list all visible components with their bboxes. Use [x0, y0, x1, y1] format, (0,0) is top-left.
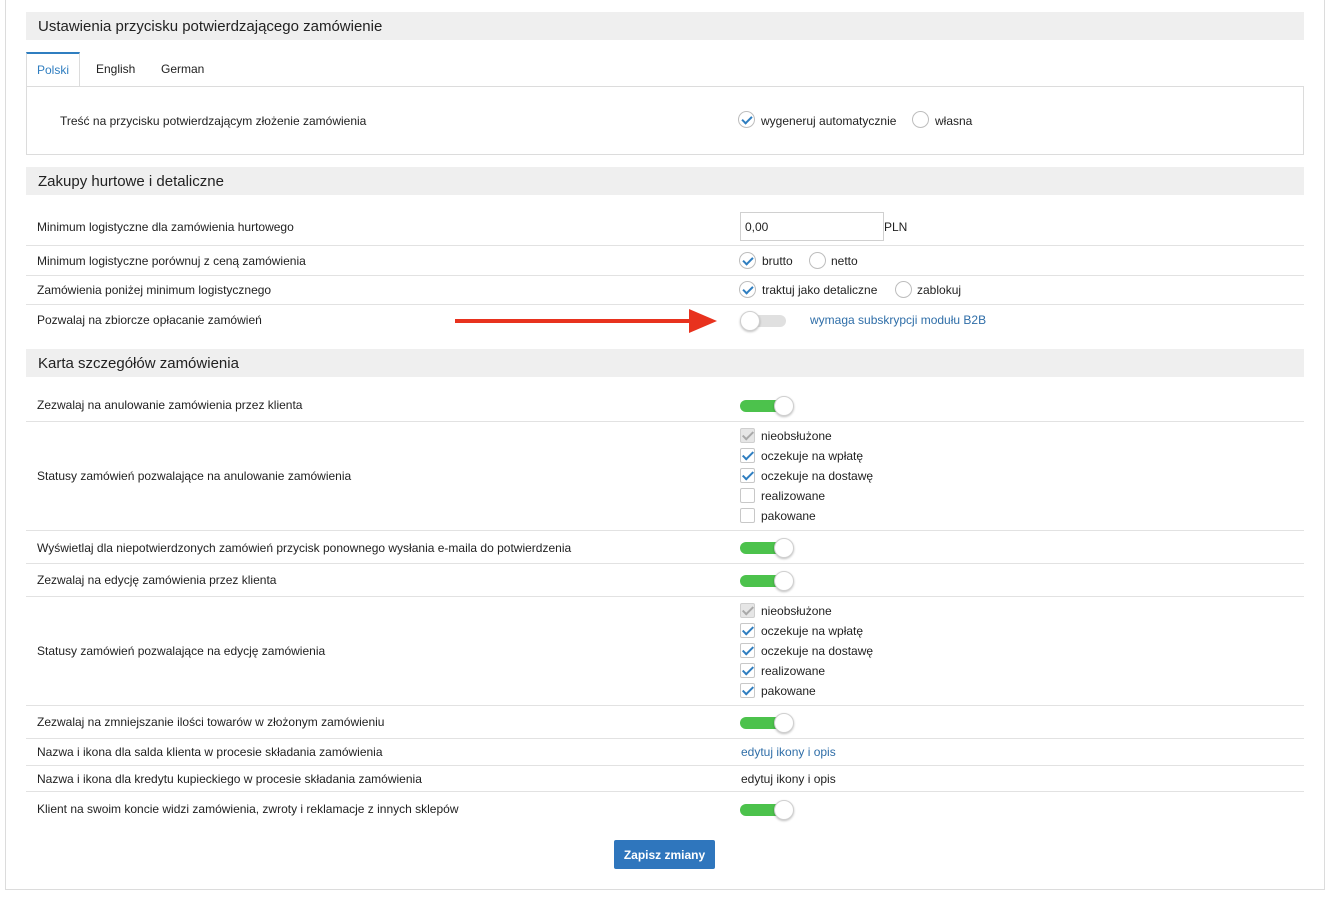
- tab-german[interactable]: German: [151, 52, 214, 87]
- button-text-label: Treść na przycisku potwierdzającym złoże…: [60, 114, 367, 128]
- checkbox-label: oczekuje na dostawę: [761, 644, 874, 658]
- bulk-payment-toggle[interactable]: [740, 311, 794, 331]
- radio-block-label[interactable]: zablokuj: [917, 283, 961, 297]
- language-tabs: Polski English German: [26, 52, 1304, 87]
- checkbox-cancel-in-progress[interactable]: [740, 488, 755, 503]
- allow-edit-toggle[interactable]: [740, 571, 794, 591]
- red-arrow-icon: [455, 309, 717, 333]
- currency-label: PLN: [884, 220, 908, 234]
- edit-statuses-label: Statusy zamówień pozwalające na edycję z…: [37, 644, 326, 658]
- min-wholesale-input[interactable]: [740, 212, 884, 241]
- checkbox-label: nieobsłużone: [761, 429, 832, 443]
- checkbox-edit-unhandled: [740, 603, 755, 618]
- edit-credit-icons-text: edytuj ikony i opis: [741, 772, 836, 786]
- checkbox-label: nieobsłużone: [761, 604, 832, 618]
- radio-brutto-label[interactable]: brutto: [762, 254, 793, 268]
- tab-english[interactable]: English: [86, 52, 145, 87]
- other-shops-label: Klient na swoim koncie widzi zamówienia,…: [37, 802, 459, 816]
- resend-email-toggle[interactable]: [740, 538, 794, 558]
- checkbox-label: oczekuje na wpłatę: [761, 449, 864, 463]
- reduce-qty-toggle[interactable]: [740, 713, 794, 733]
- checkbox-label: realizowane: [761, 489, 826, 503]
- allow-cancel-label: Zezwalaj na anulowanie zamówienia przez …: [37, 398, 303, 412]
- checkbox-cancel-packed[interactable]: [740, 508, 755, 523]
- section-header-order-card: Karta szczegółów zamówienia: [26, 349, 1304, 377]
- row-other-shops: Klient na swoim koncie widzi zamówienia,…: [26, 792, 1304, 826]
- cancel-statuses-label: Statusy zamówień pozwalające na anulowan…: [37, 469, 352, 483]
- row-below-minimum: Zamówienia poniżej minimum logistycznego…: [26, 276, 1304, 305]
- tab-polski[interactable]: Polski: [26, 52, 81, 87]
- row-allow-cancel: Zezwalaj na anulowanie zamówienia przez …: [26, 389, 1304, 422]
- checkbox-label: oczekuje na dostawę: [761, 469, 874, 483]
- resend-email-label: Wyświetlaj dla niepotwierdzonych zamówie…: [37, 541, 572, 555]
- radio-custom-label[interactable]: własna: [935, 114, 972, 128]
- row-balance-icon: Nazwa i ikona dla salda klienta w proces…: [26, 739, 1304, 766]
- checkbox-cancel-awaiting-payment[interactable]: [740, 448, 755, 463]
- tab-content: Treść na przycisku potwierdzającym złoże…: [26, 86, 1304, 155]
- section-header-confirm-button: Ustawienia przycisku potwierdzającego za…: [26, 12, 1304, 40]
- checkbox-edit-awaiting-delivery[interactable]: [740, 643, 755, 658]
- credit-icon-label: Nazwa i ikona dla kredytu kupieckiego w …: [37, 772, 422, 786]
- row-allow-edit: Zezwalaj na edycję zamówienia przez klie…: [26, 564, 1304, 597]
- min-wholesale-label: Minimum logistyczne dla zamówienia hurto…: [37, 220, 294, 234]
- row-edit-statuses: Statusy zamówień pozwalające na edycję z…: [26, 597, 1304, 706]
- b2b-subscription-link[interactable]: wymaga subskrypcji modułu B2B: [810, 313, 986, 327]
- row-compare-price: Minimum logistyczne porównuj z ceną zamó…: [26, 246, 1304, 276]
- checkbox-label: realizowane: [761, 664, 826, 678]
- other-shops-toggle[interactable]: [740, 800, 794, 820]
- allow-edit-label: Zezwalaj na edycję zamówienia przez klie…: [37, 573, 277, 587]
- radio-treat-retail-label[interactable]: traktuj jako detaliczne: [762, 283, 877, 297]
- below-minimum-label: Zamówienia poniżej minimum logistycznego: [37, 283, 272, 297]
- radio-netto-label[interactable]: netto: [831, 254, 858, 268]
- checkbox-edit-in-progress[interactable]: [740, 663, 755, 678]
- radio-brutto[interactable]: [739, 252, 756, 269]
- section-title: Zakupy hurtowe i detaliczne: [38, 172, 224, 190]
- row-min-wholesale: Minimum logistyczne dla zamówienia hurto…: [26, 209, 1304, 246]
- balance-icon-label: Nazwa i ikona dla salda klienta w proces…: [37, 745, 383, 759]
- radio-auto-generate-label[interactable]: wygeneruj automatycznie: [761, 114, 896, 128]
- checkbox-label: pakowane: [761, 509, 816, 523]
- checkbox-label: pakowane: [761, 684, 816, 698]
- allow-cancel-toggle[interactable]: [740, 396, 794, 416]
- save-changes-button[interactable]: Zapisz zmiany: [614, 840, 715, 869]
- checkbox-cancel-unhandled: [740, 428, 755, 443]
- radio-auto-generate[interactable]: [738, 111, 755, 128]
- compare-price-label: Minimum logistyczne porównuj z ceną zamó…: [37, 254, 306, 268]
- radio-netto[interactable]: [809, 252, 826, 269]
- checkbox-edit-awaiting-payment[interactable]: [740, 623, 755, 638]
- radio-block[interactable]: [895, 281, 912, 298]
- checkbox-label: oczekuje na wpłatę: [761, 624, 864, 638]
- row-credit-icon: Nazwa i ikona dla kredytu kupieckiego w …: [26, 766, 1304, 792]
- row-reduce-qty: Zezwalaj na zmniejszanie ilości towarów …: [26, 706, 1304, 739]
- section-title: Karta szczegółów zamówienia: [38, 354, 239, 372]
- radio-treat-retail[interactable]: [739, 281, 756, 298]
- section-title: Ustawienia przycisku potwierdzającego za…: [38, 17, 383, 35]
- checkbox-edit-packed[interactable]: [740, 683, 755, 698]
- edit-balance-icons-link[interactable]: edytuj ikony i opis: [741, 745, 836, 759]
- row-resend-email: Wyświetlaj dla niepotwierdzonych zamówie…: [26, 531, 1304, 564]
- row-cancel-statuses: Statusy zamówień pozwalające na anulowan…: [26, 422, 1304, 531]
- radio-custom[interactable]: [912, 111, 929, 128]
- bulk-payment-label: Pozwalaj na zbiorcze opłacanie zamówień: [37, 313, 262, 327]
- reduce-qty-label: Zezwalaj na zmniejszanie ilości towarów …: [37, 715, 385, 729]
- section-header-wholesale: Zakupy hurtowe i detaliczne: [26, 167, 1304, 195]
- checkbox-cancel-awaiting-delivery[interactable]: [740, 468, 755, 483]
